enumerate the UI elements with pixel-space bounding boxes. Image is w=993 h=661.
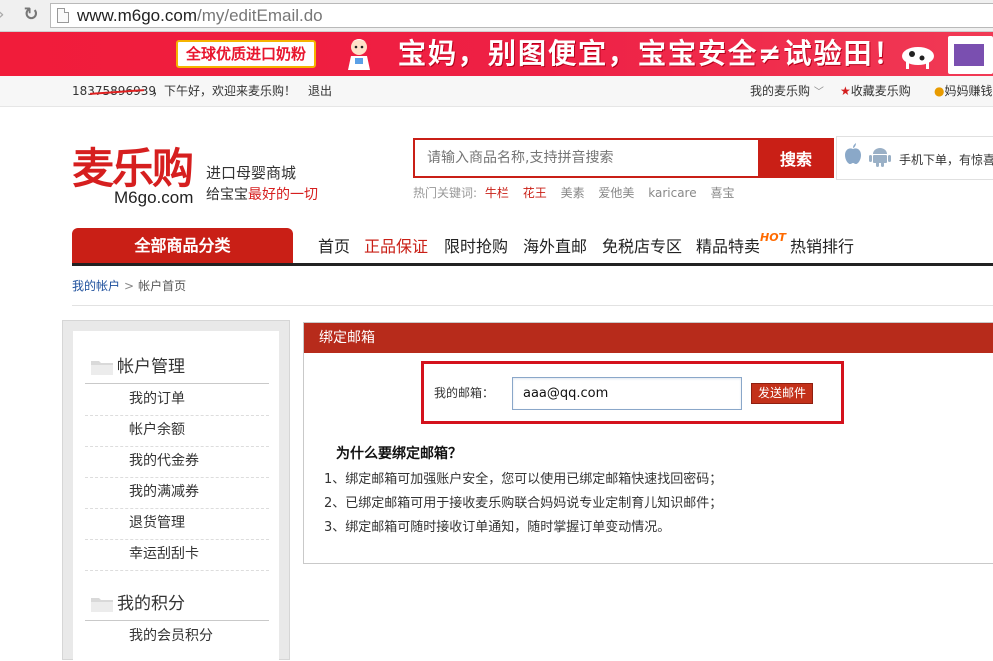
hot-keyword-link[interactable]: karicare: [648, 186, 696, 200]
reason-item: 2、已绑定邮箱可用于接收麦乐购联合妈妈说专业定制育儿知识邮件；: [324, 496, 723, 511]
my-account-menu[interactable]: 我的麦乐购 ﹀: [750, 84, 824, 100]
sidebar-item-scratch-card[interactable]: 幸运刮刮卡: [129, 545, 199, 563]
breadcrumb-account-link[interactable]: 我的帐户: [72, 279, 120, 293]
sidebar-dashed-divider: [85, 446, 269, 447]
hot-keyword-link[interactable]: 爱他美: [598, 186, 634, 200]
sidebar-menu: 帐户管理 我的订单 帐户余额 我的代金券 我的满减券 退货管理 幸运刮刮卡 我的…: [73, 331, 279, 661]
favorite-link[interactable]: ★收藏麦乐购: [840, 84, 911, 99]
email-label: 我的邮箱：: [434, 386, 495, 400]
panel-title: 绑定邮箱: [304, 323, 993, 353]
sidebar-item-balance[interactable]: 帐户余额: [129, 421, 185, 439]
nav-overseas[interactable]: 海外直邮: [523, 237, 587, 257]
sidebar-section-divider: [85, 620, 269, 621]
hot-keywords-label: 热门关键词:: [413, 186, 478, 200]
reason-item: 3、绑定邮箱可随时接收订单通知，随时掌握订单变动情况。: [324, 520, 671, 535]
site-logo[interactable]: 麦乐购: [72, 146, 194, 192]
reason-item: 1、绑定邮箱可加强账户安全，您可以使用已绑定邮箱快速找回密码；: [324, 472, 723, 487]
sidebar-section-title: 我的积分: [117, 594, 185, 614]
breadcrumb-current: 帐户首页: [138, 279, 187, 293]
email-form-highlight: 我的邮箱： 发送邮件: [421, 361, 844, 424]
sidebar-dashed-divider: [85, 508, 269, 509]
banner-badge: 全球优质进口奶粉: [176, 40, 316, 68]
sidebar-dashed-divider: [85, 477, 269, 478]
all-categories-button[interactable]: 全部商品分类: [72, 228, 293, 264]
folder-icon: [91, 361, 113, 375]
hot-keyword-link[interactable]: 喜宝: [710, 186, 734, 200]
chevron-down-icon: ﹀: [813, 87, 824, 98]
sidebar-item-returns[interactable]: 退货管理: [129, 514, 185, 532]
hot-keyword-link[interactable]: 花王: [523, 186, 547, 200]
sidebar-section-account: 帐户管理: [91, 356, 185, 378]
browser-address-bar: › ↻ www.m6go.com/my/editEmail.do: [0, 0, 993, 32]
sidebar-dashed-divider: [85, 539, 269, 540]
sidebar-dashed-divider: [85, 570, 269, 571]
mama-earn-link[interactable]: ●妈妈赚钱: [934, 84, 993, 99]
apple-icon: [845, 143, 861, 164]
hot-keywords: 热门关键词: 牛栏 花王 美素 爱他美 karicare 喜宝: [413, 186, 744, 201]
logo-tagline: 进口母婴商城: [206, 164, 297, 182]
sidebar-item-discount-coupons[interactable]: 我的满减券: [129, 483, 199, 501]
search-button[interactable]: 搜索: [758, 138, 834, 178]
nav-divider: [72, 263, 993, 266]
url-text: www.m6go.com/my/editEmail.do: [77, 5, 323, 27]
greeting-text: ，下午好，欢迎来麦乐购！: [152, 84, 297, 98]
page-icon: [57, 8, 69, 23]
bind-email-panel: 绑定邮箱 我的邮箱： 发送邮件 为什么要绑定邮箱？ 1、绑定邮箱可加强账户安全，…: [303, 322, 993, 564]
nav-special-sale[interactable]: 精品特卖: [696, 237, 760, 257]
account-sidebar: 帐户管理 我的订单 帐户余额 我的代金券 我的满减券 退货管理 幸运刮刮卡 我的…: [62, 320, 290, 661]
logout-link[interactable]: 退出: [308, 84, 332, 99]
breadcrumb-divider: [72, 305, 993, 306]
hot-keyword-link[interactable]: 牛栏: [485, 186, 509, 200]
sidebar-section-divider: [85, 383, 269, 384]
nav-duty-free[interactable]: 免税店专区: [602, 237, 682, 257]
nav-home[interactable]: 首页: [318, 237, 350, 257]
mascot-icon: [348, 39, 370, 70]
logo-slogan: 给宝宝最好的一切: [206, 186, 318, 204]
logo-domain: M6go.com: [114, 188, 194, 207]
sidebar-section-title: 帐户管理: [117, 357, 185, 377]
breadcrumb: 我的帐户 > 帐户首页: [72, 279, 186, 293]
favorite-label: 收藏麦乐购: [850, 84, 911, 98]
search-input[interactable]: [413, 138, 759, 178]
folder-icon: [91, 598, 113, 612]
cow-icon: [902, 47, 934, 69]
my-account-label: 我的麦乐购: [750, 84, 811, 98]
sidebar-item-member-points[interactable]: 我的会员积分: [129, 627, 213, 645]
android-icon: [869, 148, 891, 167]
star-icon: ★: [840, 84, 851, 98]
send-email-button[interactable]: 发送邮件: [751, 383, 813, 404]
sidebar-dashed-divider: [85, 415, 269, 416]
hot-badge: HOT: [760, 231, 787, 244]
nav-authentic[interactable]: 正品保证: [364, 237, 428, 257]
promo-banner[interactable]: 全球优质进口奶粉 宝妈，别图便宜，宝宝安全≠试验田！: [0, 32, 993, 76]
banner-slogan: 宝妈，别图便宜，宝宝安全≠试验田！: [398, 37, 904, 70]
sidebar-item-vouchers[interactable]: 我的代金券: [129, 452, 199, 470]
slogan-highlight: 最好的一切: [248, 187, 318, 203]
url-host: www.m6go.com: [77, 6, 197, 25]
sidebar-item-orders[interactable]: 我的订单: [129, 390, 185, 408]
forward-arrow-icon[interactable]: ›: [0, 4, 8, 26]
url-path: /my/editEmail.do: [196, 6, 323, 25]
breadcrumb-separator: >: [124, 279, 135, 293]
why-bind-title: 为什么要绑定邮箱？: [336, 446, 462, 462]
email-field[interactable]: [512, 377, 742, 410]
milk-box-image: [948, 36, 993, 74]
coin-icon: ●: [934, 84, 945, 98]
mama-label: 妈妈赚钱: [944, 84, 993, 98]
sidebar-section-points: 我的积分: [91, 593, 185, 615]
slogan-prefix: 给宝宝: [206, 187, 248, 203]
nav-best-sellers[interactable]: 热销排行: [790, 237, 854, 257]
mobile-app-promo[interactable]: 手机下单，有惊喜: [836, 136, 993, 180]
user-topbar: 18375896939 ，下午好，欢迎来麦乐购！ 退出 我的麦乐购 ﹀ ★收藏麦…: [0, 76, 993, 107]
app-promo-text: 手机下单，有惊喜: [899, 153, 993, 167]
nav-flash-sale[interactable]: 限时抢购: [444, 237, 508, 257]
reload-icon[interactable]: ↻: [20, 4, 42, 26]
hot-keyword-link[interactable]: 美素: [561, 186, 585, 200]
url-field[interactable]: www.m6go.com/my/editEmail.do: [50, 3, 993, 28]
